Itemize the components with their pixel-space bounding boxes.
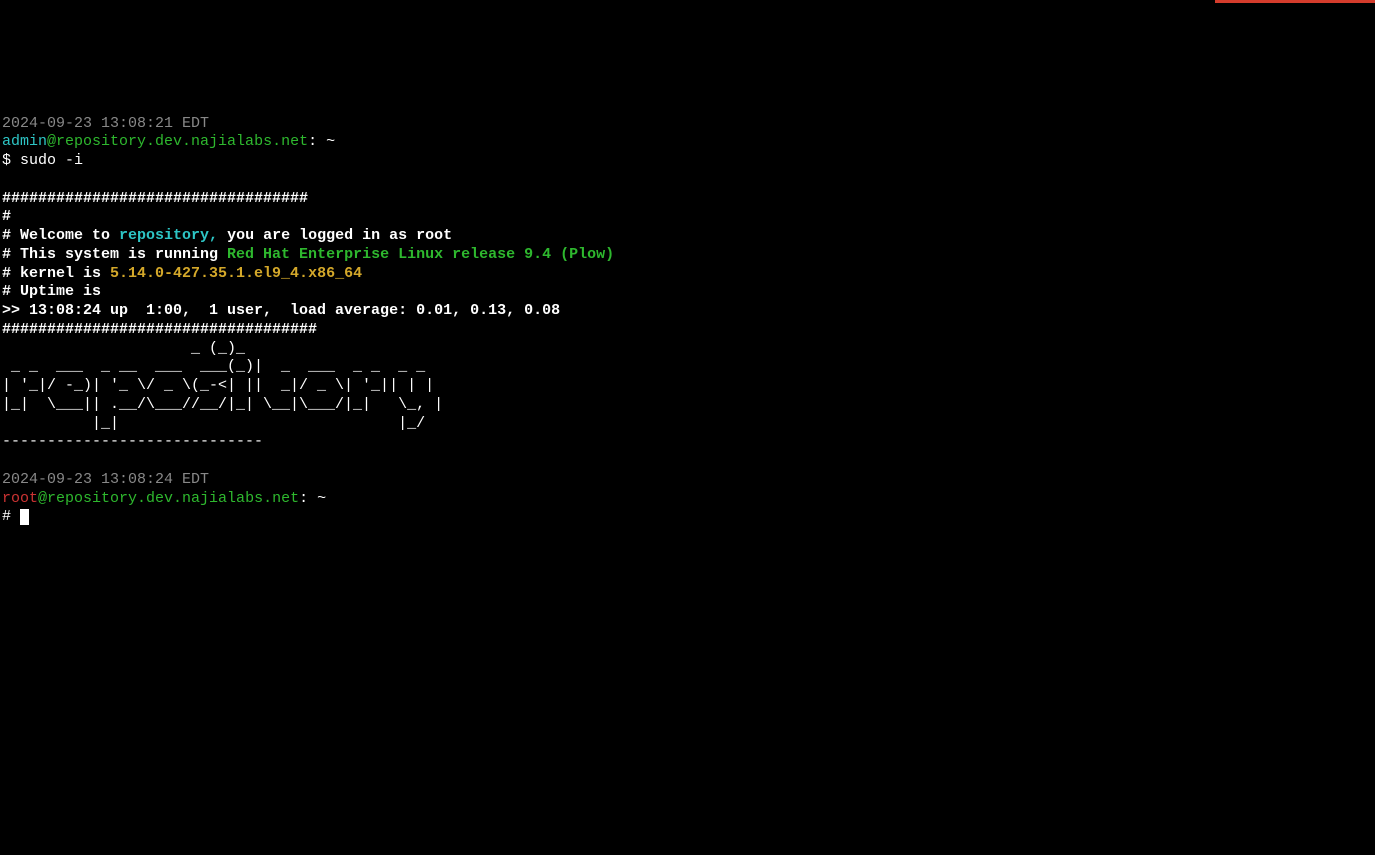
motd-bar-1: ##################################	[2, 190, 308, 207]
motd-bar-2: ###################################	[2, 321, 317, 338]
motd-welcome-repo: repository,	[119, 227, 218, 244]
ascii-l5: |_| |_/	[2, 415, 425, 432]
motd-uptime-pre: # Uptime is	[2, 283, 101, 300]
motd-os-name: Red Hat Enterprise Linux release 9.4 (Pl…	[227, 246, 614, 263]
terminal-output[interactable]: 2024-09-23 13:08:21 EDT admin@repository…	[2, 115, 1373, 528]
prompt2-host: repository.dev.najialabs.net	[47, 490, 299, 507]
prompt1-at: @	[47, 133, 56, 150]
motd-kernel-pre: # kernel is	[2, 265, 110, 282]
motd-kernel-name: 5.14.0-427.35.1.el9_4.x86_64	[110, 265, 362, 282]
prompt2-suffix: : ~	[299, 490, 326, 507]
ascii-l3: | '_|/ -_)| '_ \/ _ \(_-<| || _|/ _ \| '…	[2, 377, 434, 394]
ascii-l6: -----------------------------	[2, 433, 263, 450]
prompt2-ps: #	[2, 508, 20, 525]
motd-welcome-user: root	[416, 227, 452, 244]
motd-welcome-mid: you are logged in as	[218, 227, 416, 244]
ascii-l4: |_| \___|| .__/\___//__/|_| \__|\___/|_|…	[2, 396, 443, 413]
command-1: sudo -i	[20, 152, 83, 169]
cursor-icon[interactable]	[20, 509, 29, 525]
ascii-l2: _ _ ___ _ __ ___ ___(_)| _ ___ _ _ _ _	[2, 358, 425, 375]
top-red-bar	[1215, 0, 1375, 3]
ascii-l1: _ (_)_	[2, 340, 245, 357]
prompt1-user: admin	[2, 133, 47, 150]
motd-os-pre: # This system is running	[2, 246, 227, 263]
prompt1-host: repository.dev.najialabs.net	[56, 133, 308, 150]
prompt1-ps: $	[2, 152, 20, 169]
prompt2-at: @	[38, 490, 47, 507]
motd-welcome-pre: # Welcome to	[2, 227, 119, 244]
timestamp-2: 2024-09-23 13:08:24 EDT	[2, 471, 209, 488]
motd-uptime-line: >> 13:08:24 up 1:00, 1 user, load averag…	[2, 302, 560, 319]
motd-hash-1: #	[2, 208, 11, 225]
timestamp-1: 2024-09-23 13:08:21 EDT	[2, 115, 209, 132]
prompt2-user: root	[2, 490, 38, 507]
prompt1-suffix: : ~	[308, 133, 335, 150]
